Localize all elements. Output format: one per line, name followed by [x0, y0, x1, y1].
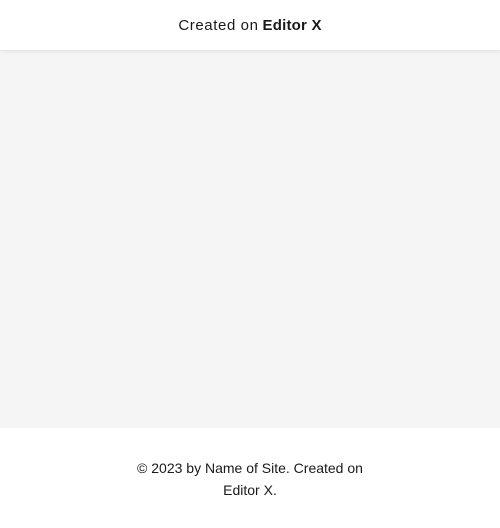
footer-line-2: Editor X. — [223, 482, 277, 498]
banner-text[interactable]: Created on Editor X — [178, 17, 321, 34]
main-content-area — [0, 50, 500, 428]
footer-copyright: © 2023 by Name of Site. Created on Edito… — [130, 457, 370, 501]
editor-x-logo-link[interactable]: Editor X — [263, 17, 322, 34]
footer-line-1: © 2023 by Name of Site. Created on — [137, 460, 363, 476]
editor-x-banner[interactable]: Created on Editor X — [0, 0, 500, 50]
site-footer: © 2023 by Name of Site. Created on Edito… — [0, 428, 500, 528]
banner-prefix: Created on — [178, 16, 259, 34]
